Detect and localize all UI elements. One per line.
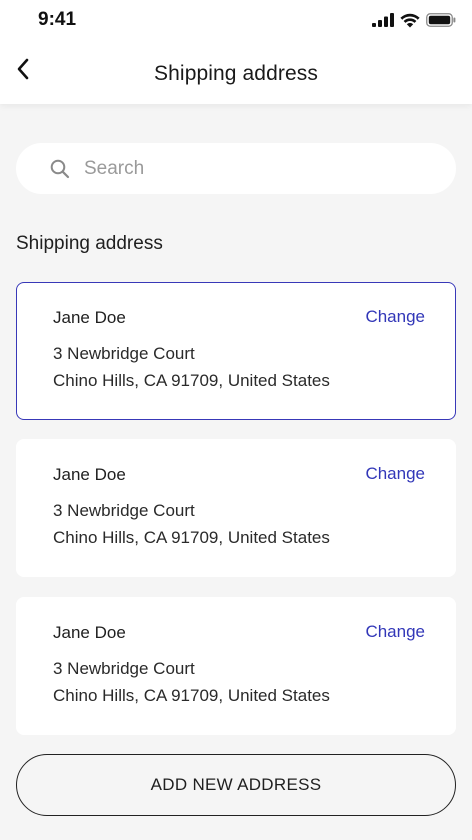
status-time: 9:41 (38, 9, 77, 30)
address-city: Chino Hills, CA 91709, United States (53, 528, 330, 547)
address-city: Chino Hills, CA 91709, United States (53, 371, 330, 390)
page-title: Shipping address (154, 62, 318, 85)
address-name: Jane Doe (53, 465, 126, 484)
change-address-button[interactable]: Change (365, 464, 425, 484)
change-address-button[interactable]: Change (365, 622, 425, 642)
address-city: Chino Hills, CA 91709, United States (53, 686, 330, 705)
address-name: Jane Doe (53, 623, 126, 642)
address-card[interactable]: Jane Doe Change 3 Newbridge Court Chino … (16, 439, 456, 577)
address-card[interactable]: Jane Doe Change 3 Newbridge Court Chino … (16, 597, 456, 735)
wifi-icon (400, 13, 420, 28)
search-bar[interactable] (16, 143, 456, 194)
change-address-button[interactable]: Change (365, 307, 425, 327)
search-input[interactable] (84, 143, 444, 194)
search-icon (50, 159, 70, 184)
address-street: 3 Newbridge Court (53, 344, 195, 363)
section-title: Shipping address (16, 233, 163, 254)
nav-bar: Shipping address (0, 44, 472, 104)
address-street: 3 Newbridge Court (53, 501, 195, 520)
status-icons (372, 11, 456, 29)
battery-icon (426, 13, 456, 27)
address-name: Jane Doe (53, 308, 126, 327)
cellular-signal-icon (372, 13, 394, 27)
address-street: 3 Newbridge Court (53, 659, 195, 678)
address-card[interactable]: Jane Doe Change 3 Newbridge Court Chino … (16, 282, 456, 420)
add-new-address-button[interactable]: ADD NEW ADDRESS (16, 754, 456, 816)
status-bar: 9:41 (0, 0, 472, 40)
top-bar: 9:41 Shipping address (0, 0, 472, 104)
